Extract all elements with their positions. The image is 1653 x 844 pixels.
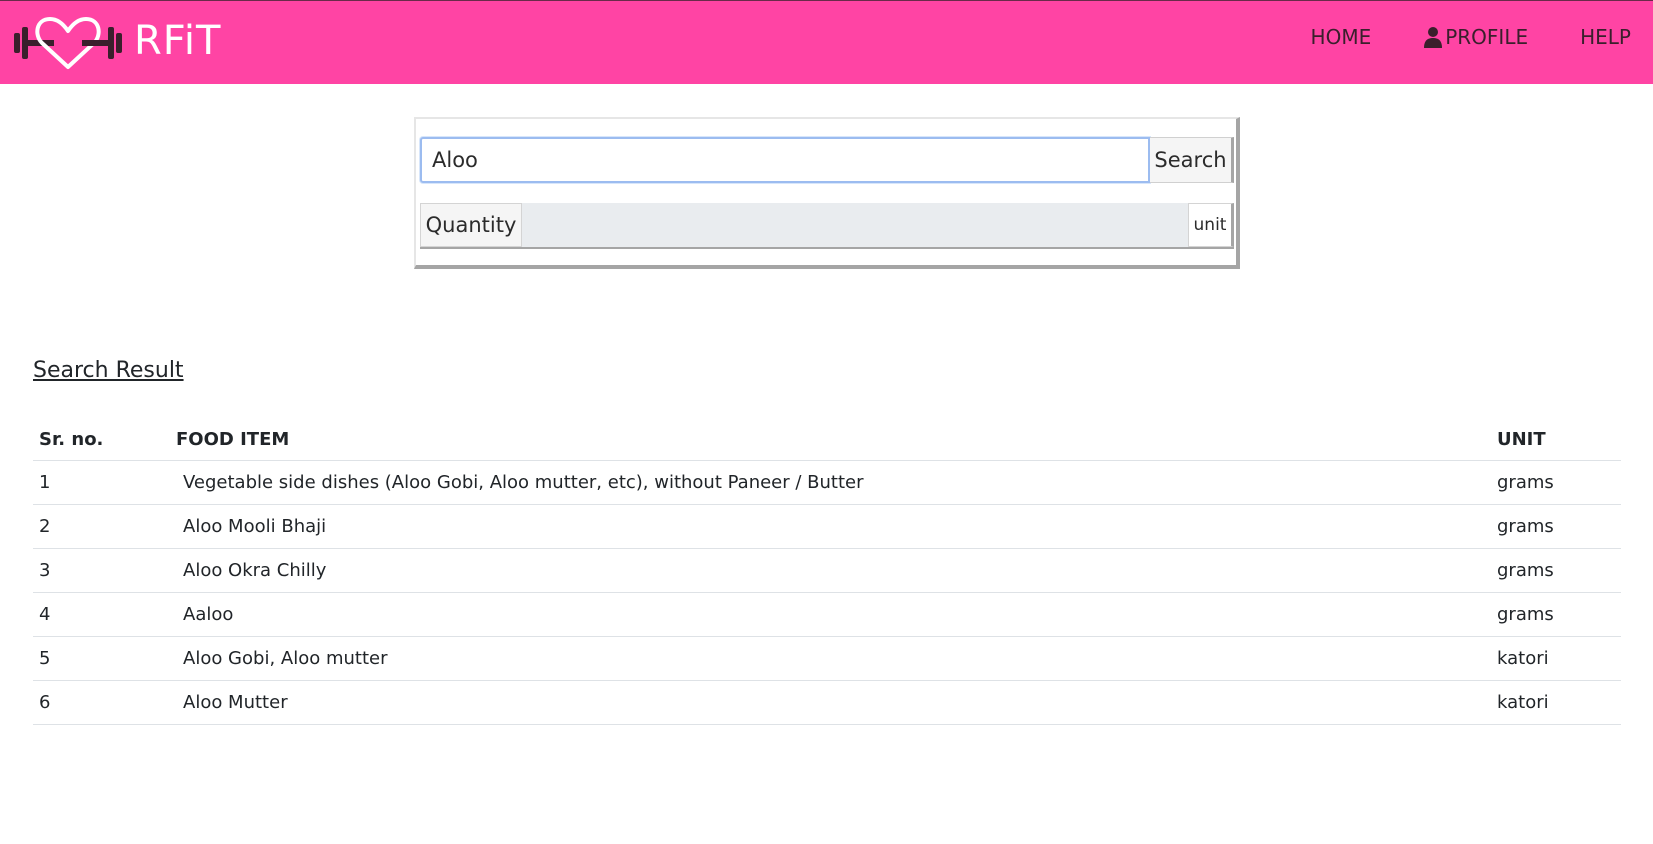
food-search-input[interactable] — [420, 137, 1150, 183]
column-header-unit: UNIT — [1491, 420, 1621, 461]
cell-unit: katori — [1491, 636, 1621, 681]
column-header-sr-no: Sr. no. — [33, 420, 170, 461]
search-row: Search — [420, 137, 1234, 183]
quantity-row: Quantity unit — [420, 203, 1234, 249]
cell-sr: 5 — [33, 636, 170, 681]
cell-unit: grams — [1491, 460, 1621, 505]
cell-unit: grams — [1491, 592, 1621, 637]
table-row[interactable]: 3 Aloo Okra Chilly grams — [33, 548, 1621, 593]
quantity-input[interactable] — [522, 203, 1188, 247]
search-button[interactable]: Search — [1150, 137, 1234, 183]
table-row[interactable]: 2 Aloo Mooli Bhaji grams — [33, 504, 1621, 549]
cell-food-item: Aloo Mooli Bhaji — [170, 504, 1491, 549]
cell-sr: 6 — [33, 680, 170, 725]
nav-profile-link[interactable]: PROFILE — [1423, 25, 1528, 49]
heart-dumbbell-logo-icon — [14, 17, 122, 69]
cell-food-item: Aloo Gobi, Aloo mutter — [170, 636, 1491, 681]
nav-links: HOME PROFILE HELP — [1259, 25, 1631, 49]
cell-sr: 4 — [33, 592, 170, 637]
cell-sr: 1 — [33, 460, 170, 505]
brand-name: RFiT — [134, 18, 222, 64]
table-row[interactable]: 1 Vegetable side dishes (Aloo Gobi, Aloo… — [33, 460, 1621, 505]
results-table: Sr. no. FOOD ITEM UNIT 1 Vegetable side … — [33, 420, 1621, 725]
cell-food-item: Aaloo — [170, 592, 1491, 637]
nav-home-label: HOME — [1310, 25, 1372, 49]
quantity-label: Quantity — [420, 203, 522, 247]
column-header-food-item: FOOD ITEM — [170, 420, 1491, 461]
nav-profile-label: PROFILE — [1445, 25, 1529, 49]
cell-food-item: Vegetable side dishes (Aloo Gobi, Aloo m… — [170, 460, 1491, 505]
cell-sr: 3 — [33, 548, 170, 593]
table-row[interactable]: 5 Aloo Gobi, Aloo mutter katori — [33, 636, 1621, 681]
nav-home-link[interactable]: HOME — [1311, 25, 1372, 49]
top-navbar: RFiT HOME PROFILE HELP — [0, 0, 1653, 84]
table-header-row: Sr. no. FOOD ITEM UNIT — [33, 420, 1621, 461]
nav-help-link[interactable]: HELP — [1580, 25, 1631, 49]
table-row[interactable]: 6 Aloo Mutter katori — [33, 680, 1621, 725]
brand[interactable]: RFiT — [12, 11, 221, 71]
cell-unit: katori — [1491, 680, 1621, 725]
cell-sr: 2 — [33, 504, 170, 549]
unit-label: unit — [1188, 203, 1234, 247]
nav-help-label: HELP — [1580, 25, 1631, 49]
cell-food-item: Aloo Mutter — [170, 680, 1491, 725]
table-row[interactable]: 4 Aaloo grams — [33, 592, 1621, 637]
search-result-heading: Search Result — [33, 358, 184, 383]
cell-unit: grams — [1491, 504, 1621, 549]
cell-food-item: Aloo Okra Chilly — [170, 548, 1491, 593]
food-search-form: Search Quantity unit — [414, 117, 1240, 269]
cell-unit: grams — [1491, 548, 1621, 593]
user-icon — [1424, 27, 1443, 48]
